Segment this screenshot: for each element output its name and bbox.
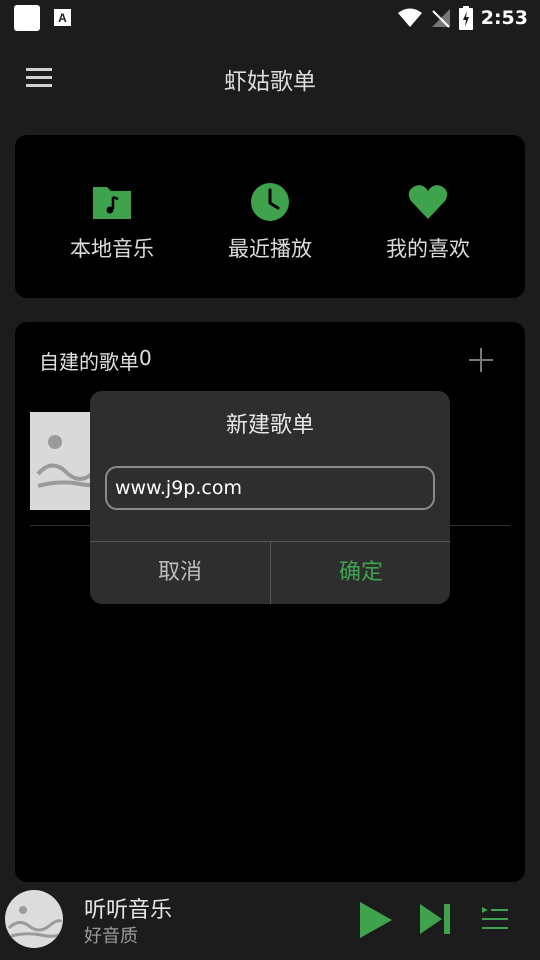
song-subtitle: 好音质 bbox=[84, 926, 138, 947]
mini-player: 听听音乐 好音质 bbox=[0, 882, 540, 960]
song-title: 听听音乐 bbox=[84, 898, 173, 923]
album-art[interactable] bbox=[5, 890, 63, 948]
playlist-queue-icon[interactable] bbox=[480, 904, 510, 934]
play-icon[interactable] bbox=[356, 900, 394, 940]
album-placeholder-icon bbox=[7, 906, 63, 938]
next-track-icon[interactable] bbox=[418, 902, 452, 936]
dialog-overlay: 新建歌单 取消 确定 bbox=[0, 0, 540, 960]
new-playlist-dialog: 新建歌单 取消 确定 bbox=[90, 391, 450, 604]
playlist-name-input[interactable] bbox=[105, 466, 435, 510]
cancel-button[interactable]: 取消 bbox=[90, 542, 270, 604]
confirm-button[interactable]: 确定 bbox=[271, 542, 451, 604]
dialog-title: 新建歌单 bbox=[225, 413, 314, 438]
